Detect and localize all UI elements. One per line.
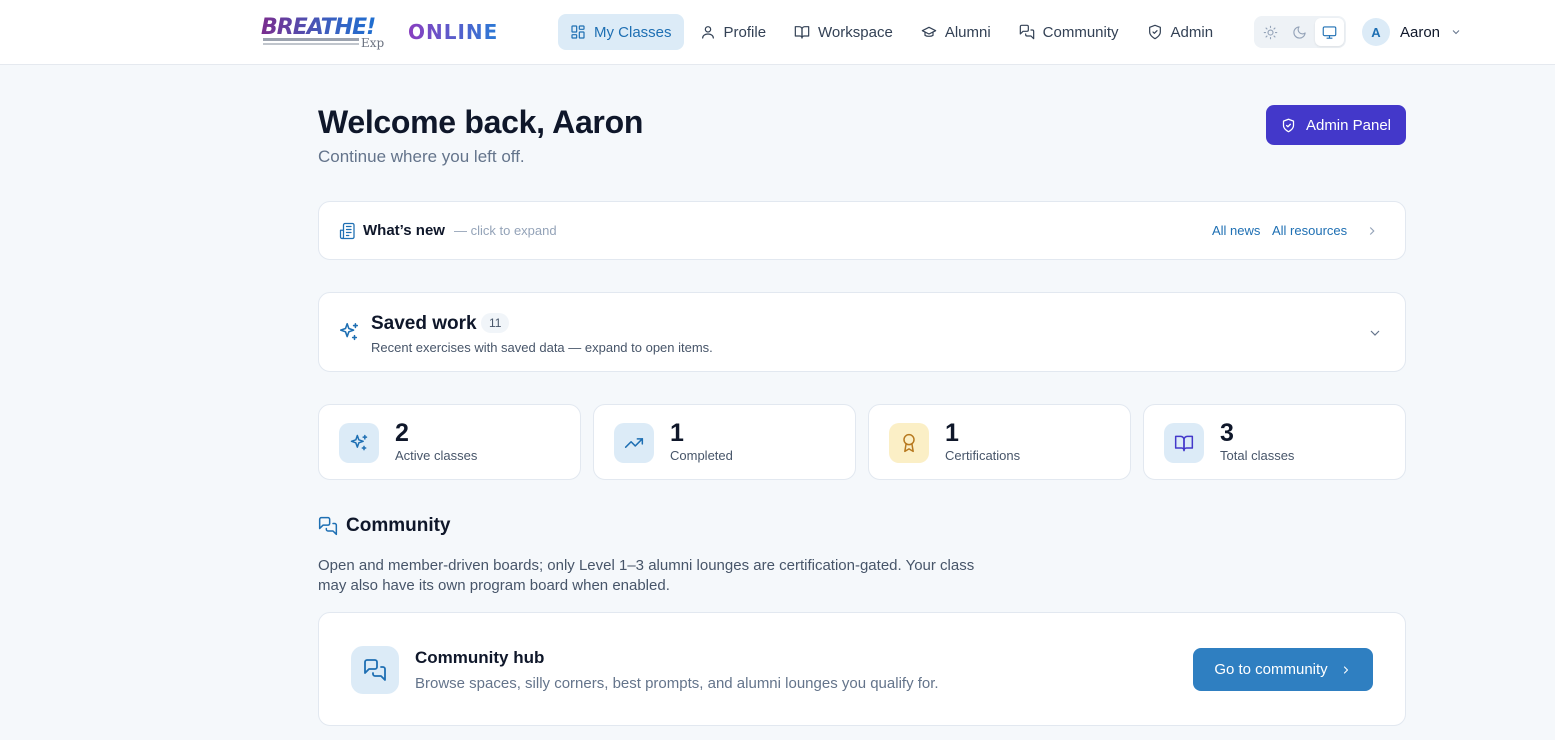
theme-switcher [1254, 16, 1346, 48]
stat-label: Total classes [1220, 448, 1295, 463]
award-icon [903, 433, 915, 453]
svg-text:Exp: Exp [361, 36, 385, 50]
shield-check-icon [1148, 24, 1161, 40]
stat-label: Certifications [945, 448, 1021, 463]
whats-new-title: What’s new [363, 222, 445, 239]
monitor-icon [1322, 25, 1337, 39]
chevron-down-icon[interactable] [1367, 325, 1383, 341]
stat-icon-box [614, 423, 654, 463]
chat-icon [318, 516, 338, 536]
chevron-down-icon [1452, 30, 1460, 35]
stat-value: 2 [395, 419, 409, 447]
svg-text:BREATHE!: BREATHE! [261, 15, 375, 40]
top-navigation-bar: BREATHE! Exp ONLINE My Classes Profile W… [0, 0, 1555, 65]
book-open-icon [794, 26, 810, 39]
page-subtitle: Continue where you left off. [318, 147, 525, 166]
whats-new-panel[interactable]: What’s new — click to expand All news Al… [318, 201, 1406, 260]
chevron-right-icon[interactable] [1365, 224, 1379, 238]
theme-light-button[interactable] [1256, 18, 1285, 46]
nav-label: Admin [1170, 23, 1214, 41]
stat-icon-box [889, 423, 929, 463]
stat-active-classes: 2 Active classes [318, 404, 581, 480]
user-name: Aaron [1400, 23, 1441, 41]
admin-panel-label: Admin Panel [1305, 116, 1392, 134]
theme-dark-button[interactable] [1285, 18, 1314, 46]
stat-value: 3 [1220, 419, 1234, 447]
sparkles-icon [339, 322, 359, 341]
grid-icon [571, 25, 585, 39]
chat-icon [1019, 24, 1034, 40]
trending-up-icon [624, 438, 644, 448]
nav-my-classes[interactable]: My Classes [558, 14, 684, 50]
nav-alumni[interactable]: Alumni [909, 14, 1003, 50]
community-description: Open and member-driven boards; only Leve… [318, 557, 975, 594]
chat-icon [364, 659, 386, 681]
community-hub-subtitle: Browse spaces, silly corners, best promp… [415, 675, 939, 692]
user-menu[interactable]: A Aaron [1362, 18, 1462, 46]
all-resources-link[interactable]: All resources [1272, 223, 1347, 238]
sun-icon [1263, 25, 1278, 39]
nav-label: Profile [723, 23, 767, 41]
stat-completed: 1 Completed [593, 404, 856, 480]
svg-text:ONLINE: ONLINE [408, 20, 498, 44]
all-news-link[interactable]: All news [1212, 223, 1260, 238]
user-icon [701, 26, 714, 39]
book-open-icon [1174, 435, 1194, 452]
saved-work-panel[interactable]: Saved work 11 Recent exercises with save… [318, 292, 1406, 372]
avatar: A [1362, 18, 1390, 46]
nav-profile[interactable]: Profile [688, 14, 779, 50]
hub-icon-box [351, 646, 399, 694]
community-hub-card: Community hub Browse spaces, silly corne… [318, 612, 1406, 726]
nav-workspace[interactable]: Workspace [782, 14, 905, 50]
breathe-exp-online-logo[interactable]: BREATHE! Exp ONLINE [261, 14, 536, 52]
nav-label: Workspace [818, 23, 893, 41]
saved-work-title: Saved work [371, 313, 477, 334]
nav-label: Community [1042, 23, 1119, 41]
sparkles-icon [350, 434, 368, 451]
nav-label: Alumni [944, 23, 991, 41]
stat-value: 1 [945, 419, 959, 447]
whats-new-hint: — click to expand [454, 223, 557, 238]
graduation-cap-icon [921, 26, 937, 37]
moon-icon [1293, 25, 1307, 39]
stat-total-classes: 3 Total classes [1143, 404, 1406, 480]
theme-system-button[interactable] [1314, 18, 1344, 46]
stat-label: Completed [670, 448, 733, 463]
stat-certifications: 1 Certifications [868, 404, 1131, 480]
nav-admin[interactable]: Admin [1135, 14, 1226, 50]
stat-icon-box [1164, 423, 1204, 463]
saved-work-subtitle: Recent exercises with saved data — expan… [371, 340, 713, 355]
saved-work-count-badge: 11 [481, 313, 510, 333]
community-hub-title: Community hub [415, 648, 545, 667]
main-nav: My Classes Profile Workspace Alumni Comm… [558, 14, 1229, 50]
nav-community[interactable]: Community [1007, 14, 1131, 50]
chevron-right-icon [1343, 665, 1348, 674]
stat-value: 1 [670, 419, 684, 447]
nav-label: My Classes [594, 23, 672, 41]
community-heading: Community [346, 515, 451, 536]
page-title: Welcome back, Aaron [318, 104, 644, 140]
admin-panel-button[interactable]: Admin Panel [1266, 105, 1406, 145]
stat-label: Active classes [395, 448, 478, 463]
newspaper-icon [339, 222, 355, 240]
stat-icon-box [339, 423, 379, 463]
shield-check-icon [1282, 118, 1295, 132]
go-to-community-label: Go to community [1214, 661, 1328, 678]
go-to-community-button[interactable]: Go to community [1193, 648, 1373, 691]
